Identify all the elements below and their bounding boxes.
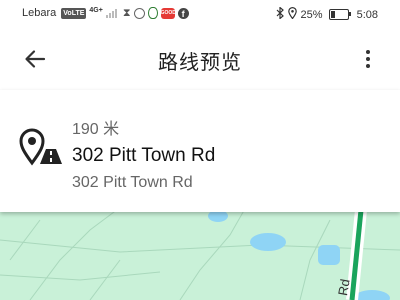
- location-icon: [287, 7, 297, 22]
- map-road: [0, 271, 161, 281]
- water-body: [318, 245, 340, 265]
- bluetooth-icon: [276, 6, 284, 22]
- route-summary-card[interactable]: 190 米 302 Pitt Town Rd 302 Pitt Town Rd: [0, 90, 400, 212]
- map-road: [89, 259, 121, 300]
- battery-percent: 25%: [300, 8, 323, 21]
- status-left: Lebara VoLTE 4G+ ⧗ GOOD f: [22, 7, 189, 19]
- map-view[interactable]: Rd: [0, 200, 400, 300]
- battery-icon: [328, 9, 351, 20]
- clock: 5:08: [356, 8, 378, 21]
- signal-icon: [105, 8, 117, 18]
- page-title: 路线预览: [158, 52, 242, 74]
- more-options-button[interactable]: [362, 46, 374, 72]
- map-canvas: Rd: [0, 200, 400, 300]
- app-badge-icon: GOOD: [160, 7, 176, 19]
- status-bar: Lebara VoLTE 4G+ ⧗ GOOD f 25% 5:08: [0, 0, 400, 28]
- destination-pin-road-icon: [18, 128, 64, 166]
- app-notification-icon: [147, 7, 158, 19]
- app-bar: 路线预览: [0, 28, 400, 90]
- map-road: [29, 200, 131, 300]
- carrier-name: Lebara: [22, 7, 57, 19]
- destination-name: 302 Pitt Town Rd: [72, 145, 216, 166]
- sync-circle-icon: [133, 7, 145, 19]
- destination-address: 302 Pitt Town Rd: [72, 174, 193, 191]
- more-vert-icon: [366, 50, 370, 54]
- route-distance: 190 米: [72, 121, 120, 138]
- status-right: 25% 5:08: [276, 6, 378, 22]
- volte-badge: VoLTE: [61, 7, 87, 19]
- water-body: [250, 233, 286, 251]
- map-road: [9, 219, 41, 261]
- road-label: Rd: [335, 278, 353, 297]
- hourglass-icon: ⧗: [122, 7, 131, 19]
- water-body: [354, 290, 390, 300]
- network-type: 4G+: [89, 6, 103, 14]
- facebook-icon: f: [177, 7, 189, 19]
